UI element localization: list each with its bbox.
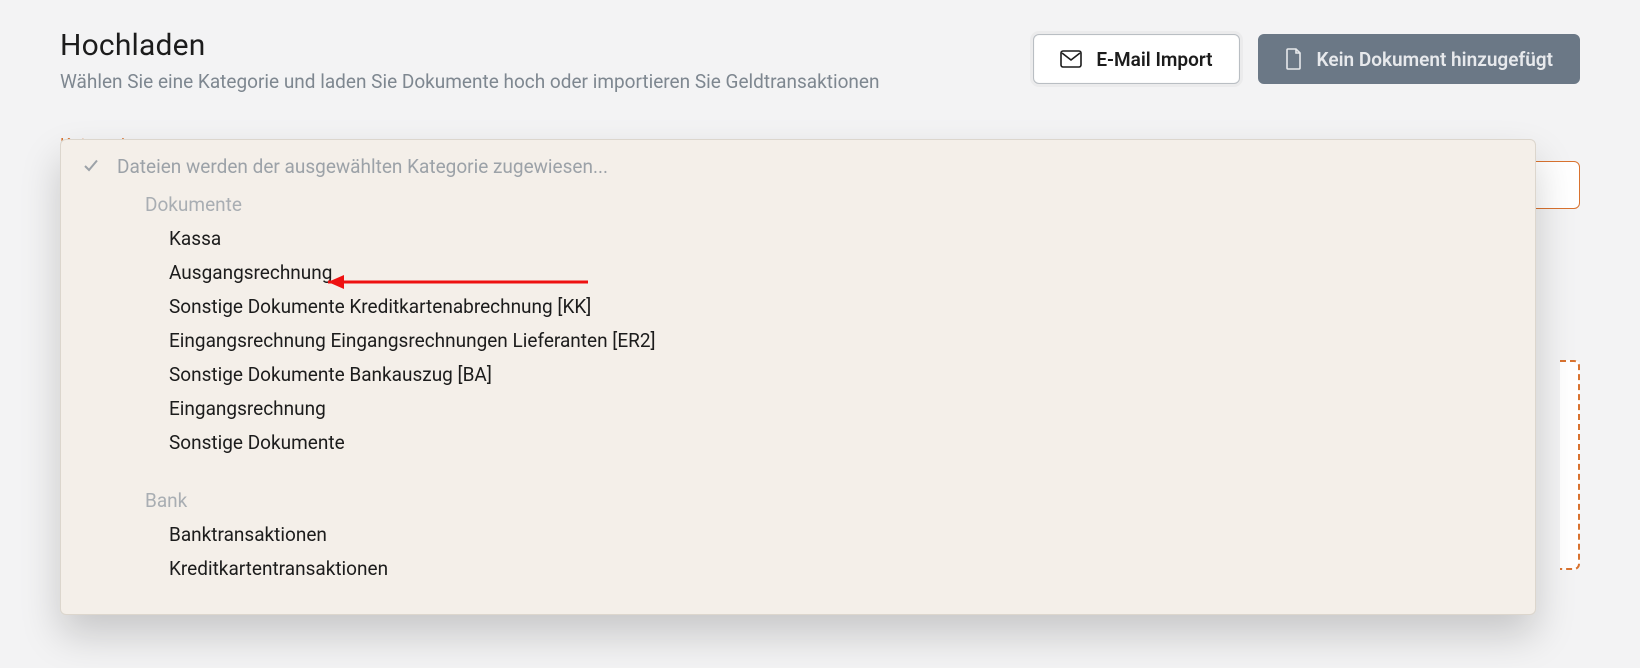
group-bank: Bank (61, 484, 1535, 518)
option-sonstige-kk[interactable]: Sonstige Dokumente Kreditkartenabrechnun… (61, 290, 1535, 324)
file-drop-area[interactable] (1560, 360, 1580, 570)
option-eingangsrechnung[interactable]: Eingangsrechnung (61, 392, 1535, 426)
dropdown-placeholder: Dateien werden der ausgewählten Kategori… (61, 150, 1535, 184)
option-sonstige-dokumente[interactable]: Sonstige Dokumente (61, 426, 1535, 460)
no-document-button: Kein Dokument hinzugefügt (1258, 34, 1580, 84)
option-eingangsrechnung-er2[interactable]: Eingangsrechnung Eingangsrechnungen Lief… (61, 324, 1535, 358)
no-document-label: Kein Dokument hinzugefügt (1317, 48, 1553, 71)
category-dropdown: Dateien werden der ausgewählten Kategori… (60, 139, 1536, 615)
option-ausgangsrechnung[interactable]: Ausgangsrechnung (61, 256, 1535, 290)
page-subtitle: Wählen Sie eine Kategorie und laden Sie … (60, 69, 880, 95)
dropdown-placeholder-text: Dateien werden der ausgewählten Kategori… (117, 155, 608, 178)
group-documents: Dokumente (61, 188, 1535, 222)
email-import-button[interactable]: E-Mail Import (1033, 34, 1239, 84)
page-title: Hochladen (60, 28, 1033, 63)
option-sonstige-ba[interactable]: Sonstige Dokumente Bankauszug [BA] (61, 358, 1535, 392)
email-import-label: E-Mail Import (1096, 48, 1212, 71)
option-kreditkartentransaktionen[interactable]: Kreditkartentransaktionen (61, 552, 1535, 586)
option-kassa[interactable]: Kassa (61, 222, 1535, 256)
document-icon (1285, 48, 1303, 70)
envelope-icon (1060, 50, 1082, 68)
check-icon (83, 155, 99, 178)
option-banktransaktionen[interactable]: Banktransaktionen (61, 518, 1535, 552)
